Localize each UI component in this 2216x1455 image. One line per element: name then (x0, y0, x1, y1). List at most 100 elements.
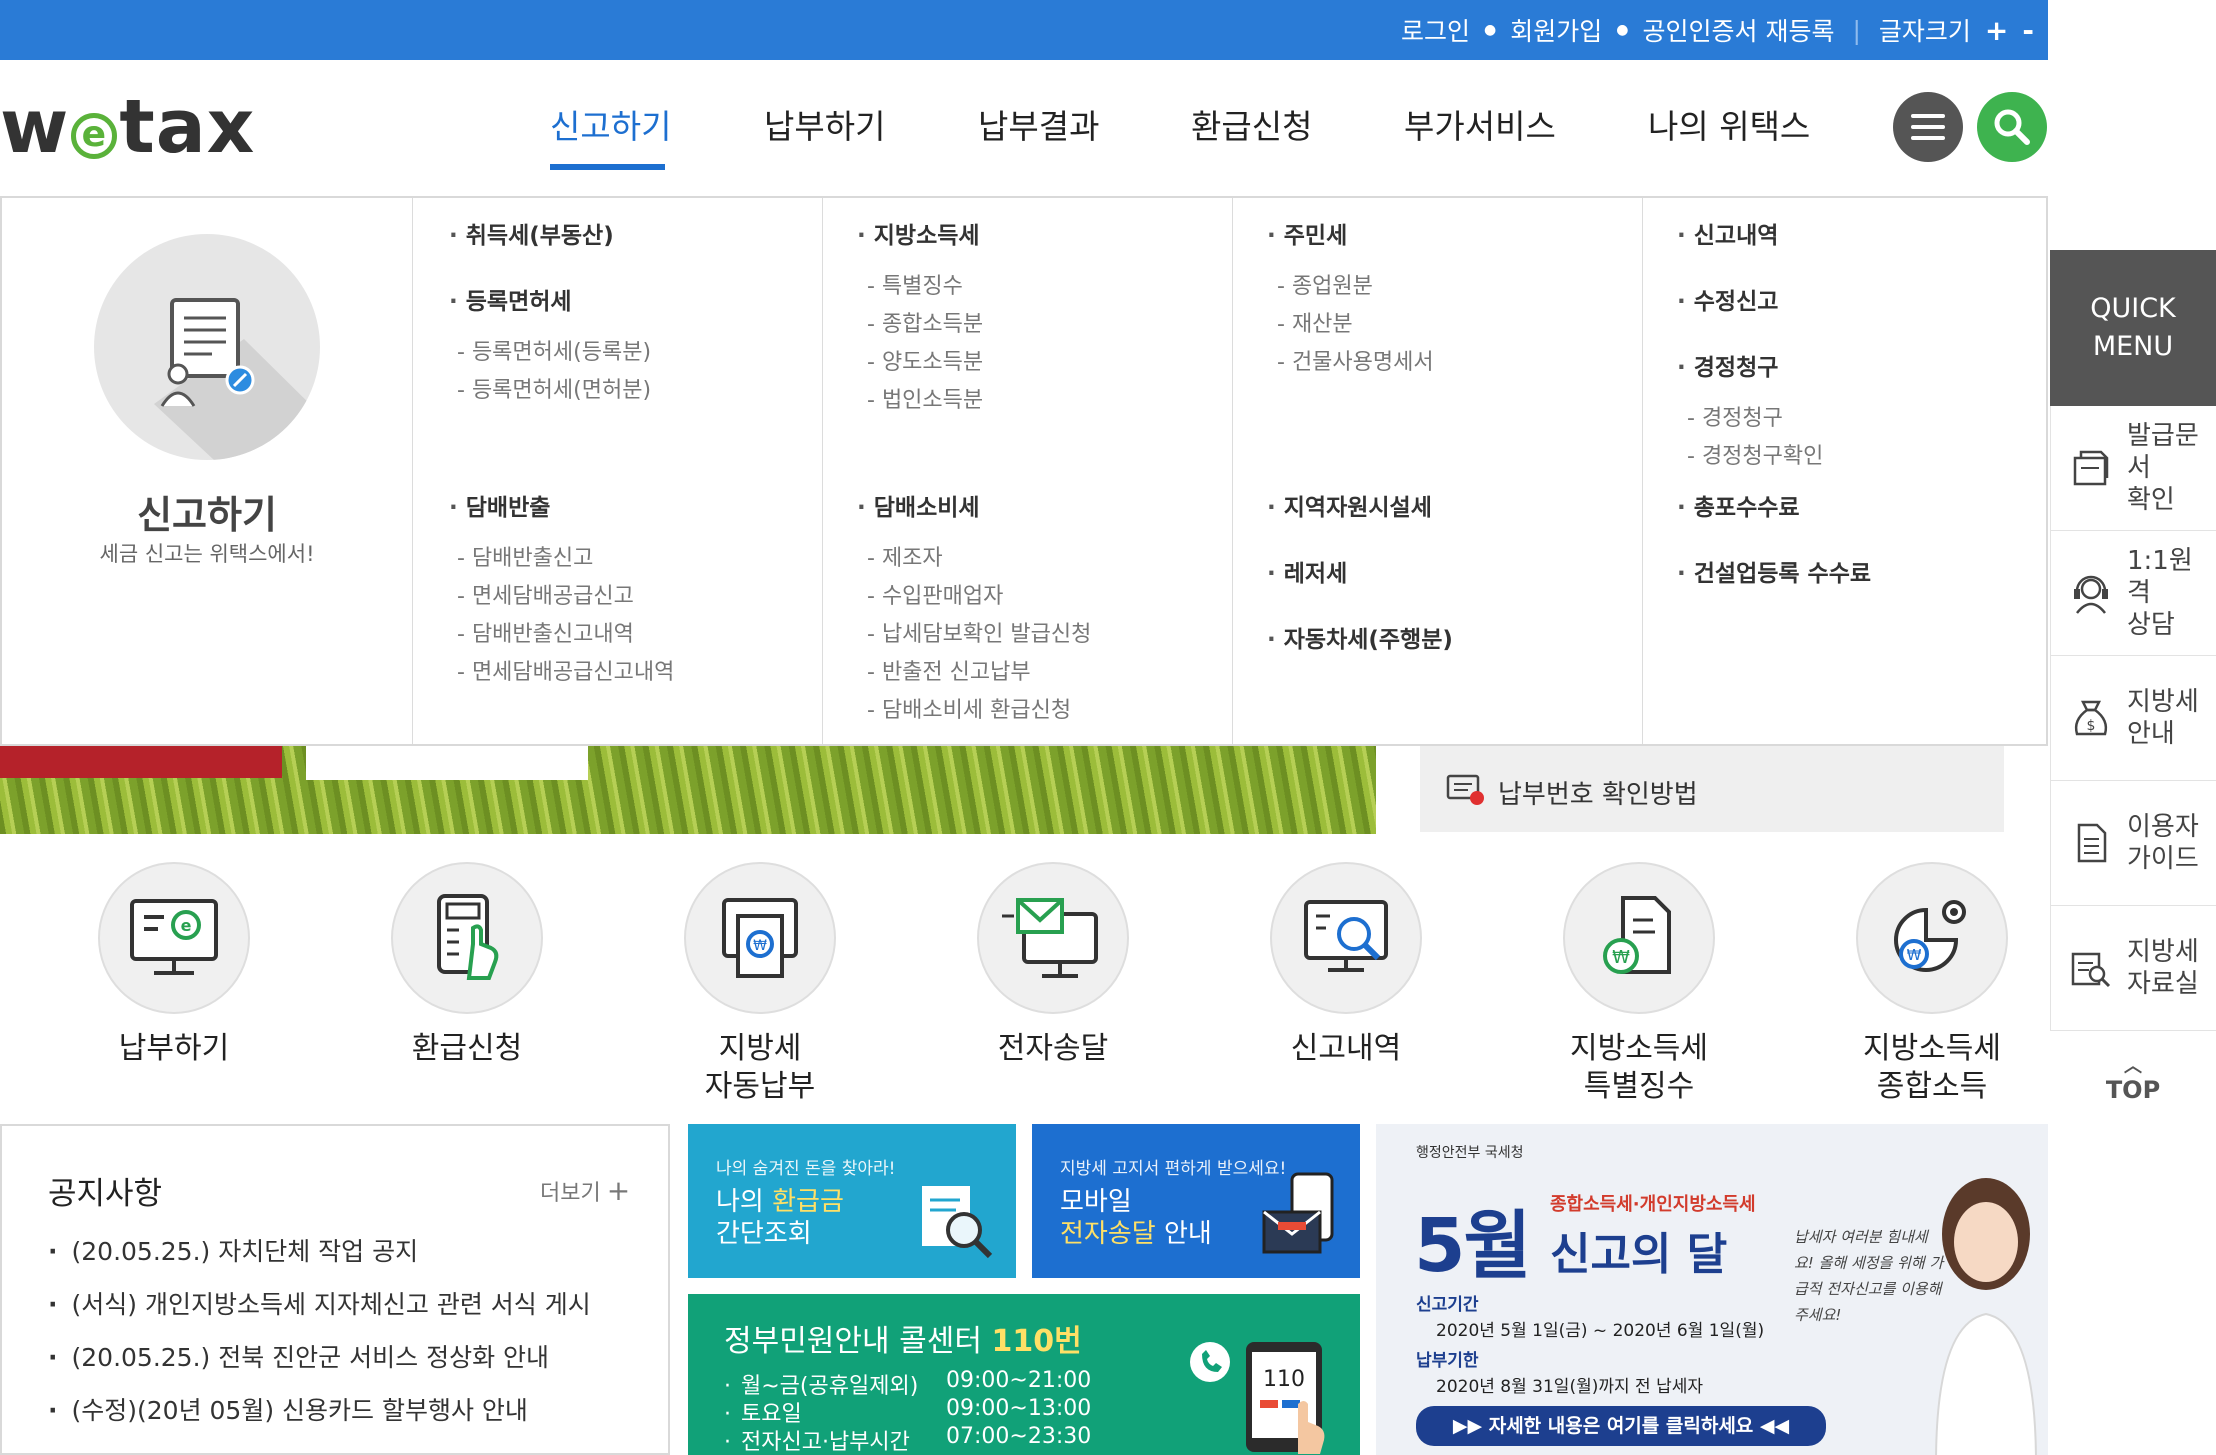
separator-bar: | (1852, 15, 1861, 45)
separator-dot: ● (1616, 22, 1629, 38)
scroll-top-button[interactable]: ︿ TOP (2050, 1058, 2216, 1105)
menu-property-portion[interactable]: 재산분 (1277, 306, 1353, 338)
nav-extra-services[interactable]: 부가서비스 (1404, 100, 1556, 148)
notice-item[interactable]: (수정)(20년 05월) 신용카드 할부행사 안내 (48, 1391, 528, 1427)
notice-more-link[interactable]: 더보기 + (540, 1174, 630, 1207)
notice-item[interactable]: (20.05.25.) 전북 진안군 서비스 정상화 안내 (48, 1338, 550, 1374)
banner-red-button[interactable] (0, 742, 282, 778)
menu-firearm-fee[interactable]: 총포수수료 (1677, 488, 1800, 522)
promo-subtitle: 나의 숨겨진 돈을 찾아라! (716, 1159, 896, 1179)
plus-icon: + (606, 1174, 631, 1207)
mobile-e-delivery-banner[interactable]: 지방세 고지서 편하게 받으세요! 모바일 전자송달 안내 (1032, 1124, 1360, 1278)
cert-reregister-link[interactable]: 공인인증서 재등록 (1643, 12, 1835, 48)
menu-registration-tax[interactable]: 등록면허세 (449, 282, 572, 316)
notice-item[interactable]: (서식) 개인지방소득세 지자체신고 관련 서식 게시 (48, 1285, 591, 1321)
menu-building-usage-statement[interactable]: 건물사용명세서 (1277, 344, 1434, 376)
quick-user-guide[interactable]: 이용자 가이드 (2050, 781, 2216, 906)
may-tax-report-banner[interactable]: 행정안전부 국세청 5월 종합소득세·개인지방소득세 신고의 달 신고기간 20… (1376, 1124, 2048, 1455)
may-detail-button[interactable]: ▶▶ 자세한 내용은 여기를 클릭하세요 ◀◀ (1416, 1406, 1826, 1446)
quick-local-tax-archive[interactable]: 지방세 자료실 (2050, 906, 2216, 1031)
monitor-payment-icon: e (130, 899, 218, 975)
menu-vehicle-tax-driving[interactable]: 자동차세(주행분) (1267, 620, 1453, 654)
menu-regional-resource-tax[interactable]: 지역자원시설세 (1267, 488, 1432, 522)
menu-importer-seller[interactable]: 수입판매업자 (867, 578, 1003, 610)
menu-comprehensive-income[interactable]: 종합소득분 (867, 306, 983, 338)
may-deadline-label: 납부기한 (1416, 1351, 1479, 1371)
shortcut-label: 지방세 자동납부 (680, 1030, 840, 1106)
headset-icon (2074, 575, 2108, 614)
menu-correction-claim-check[interactable]: 경정청구확인 (1687, 438, 1823, 470)
menu-leisure-tax[interactable]: 레저세 (1267, 554, 1347, 588)
menu-dutyfree-tobacco-report[interactable]: 면세담배공급신고 (457, 578, 634, 610)
menu-special-withholding[interactable]: 특별징수 (867, 268, 963, 300)
quick-label: 자료실 (2127, 969, 2199, 999)
shortcut-e-delivery[interactable]: 전자송달 (973, 862, 1133, 1068)
menu-acquisition-tax[interactable]: 취득세(부동산) (449, 216, 614, 250)
menu-tobacco-consumption-tax[interactable]: 담배소비세 (857, 488, 980, 522)
menu-tobacco-release-report[interactable]: 담배반출신고 (457, 540, 593, 572)
nav-payment-result[interactable]: 납부결과 (978, 100, 1099, 148)
menu-tobacco-release-history[interactable]: 담배반출신고내역 (457, 616, 634, 648)
call-center-title-text: 정부민원안내 콜센터 (724, 1324, 992, 1359)
nav-my-wetax[interactable]: 나의 위택스 (1648, 100, 1810, 148)
shortcut-auto-payment[interactable]: ₩ 지방세 자동납부 (680, 862, 840, 1106)
menu-employee-portion[interactable]: 종업원분 (1277, 268, 1373, 300)
active-tab-underline (550, 164, 665, 170)
menu-amended-report[interactable]: 수정신고 (1677, 282, 1779, 316)
svg-text:₩: ₩ (1612, 947, 1630, 968)
menu-manufacturer[interactable]: 제조자 (867, 540, 943, 572)
nav-report[interactable]: 신고하기 (550, 100, 671, 148)
call-center-banner[interactable]: 정부민원안내 콜센터 110번 월~금(공휴일제외)09:00~21:00 토요… (688, 1294, 1360, 1455)
presenter-illustration (1935, 1178, 2037, 1455)
login-link[interactable]: 로그인 (1401, 12, 1470, 48)
shortcut-label: 지방소득세 종합소득 (1852, 1030, 2012, 1106)
menu-corporate-income[interactable]: 법인소득분 (867, 382, 983, 414)
shortcut-circle: ₩ (1856, 862, 2008, 1014)
font-decrease-button[interactable]: - (2022, 14, 2034, 47)
promo-title: 나의 환급금 간단조회 (716, 1186, 844, 1250)
menu-correction-claim[interactable]: 경정청구 (1677, 348, 1779, 382)
may-title: 신고의 달 (1550, 1229, 1728, 1280)
may-big-text: 5월 (1414, 1203, 1532, 1289)
search-icon (1994, 109, 2030, 145)
quick-remote-support[interactable]: 1:1원격 상담 (2050, 531, 2216, 656)
menu-registration-tax-registration[interactable]: 등록면허세(등록분) (457, 334, 651, 366)
refund-lookup-banner[interactable]: 나의 숨겨진 돈을 찾아라! 나의 환급금 간단조회 (688, 1124, 1016, 1278)
nav-refund[interactable]: 환급신청 (1191, 100, 1312, 148)
menu-report-history[interactable]: 신고내역 (1677, 216, 1779, 250)
archive-icon (2071, 952, 2111, 988)
shortcut-income-comprehensive[interactable]: ₩ 지방소득세 종합소득 (1852, 862, 2012, 1106)
menu-tax-collateral-request[interactable]: 납세담보확인 발급신청 (867, 616, 1091, 648)
menu-transfer-income[interactable]: 양도소득분 (867, 344, 983, 376)
notice-item[interactable]: (20.05.25.) 자치단체 작업 공지 (48, 1232, 419, 1268)
all-menu-button[interactable] (1893, 92, 1963, 162)
shortcut-payment[interactable]: e 납부하기 (94, 862, 254, 1068)
font-increase-button[interactable]: + (1985, 14, 2008, 47)
shortcut-circle: ₩ (684, 862, 836, 1014)
receipt-icon (1446, 774, 1484, 805)
government-logos: 행정안전부 국세청 (1416, 1145, 1524, 1161)
quick-menu-title-2: MENU (2092, 331, 2174, 362)
menu-dutyfree-tobacco-history[interactable]: 면세담배공급신고내역 (457, 654, 674, 686)
shortcut-income-special[interactable]: ₩ 지방소득세 특별징수 (1559, 862, 1719, 1106)
nav-payment[interactable]: 납부하기 (764, 100, 885, 148)
menu-tobacco-tax-refund[interactable]: 담배소비세 환급신청 (867, 692, 1071, 724)
quick-issued-doc-check[interactable]: 발급문서 확인 (2050, 406, 2216, 531)
quick-local-tax-guide[interactable]: $ 지방세 안내 (2050, 656, 2216, 781)
banner-white-button[interactable] (306, 742, 588, 780)
shortcut-report-history[interactable]: 신고내역 (1266, 862, 1426, 1068)
menu-construction-registration-fee[interactable]: 건설업등록 수수료 (1677, 554, 1871, 588)
shortcut-label: 환급신청 (387, 1030, 547, 1068)
shortcut-refund[interactable]: 환급신청 (387, 862, 547, 1068)
menu-local-income-tax[interactable]: 지방소득세 (857, 216, 980, 250)
search-button[interactable] (1977, 92, 2047, 162)
menu-tobacco-release[interactable]: 담배반출 (449, 488, 551, 522)
svg-text:$: $ (2087, 718, 2096, 734)
notice-title: 공지사항 (48, 1176, 163, 1212)
menu-pre-release-payment[interactable]: 반출전 신고납부 (867, 654, 1031, 686)
signup-link[interactable]: 회원가입 (1510, 12, 1602, 48)
menu-resident-tax[interactable]: 주민세 (1267, 216, 1347, 250)
menu-registration-tax-license[interactable]: 등록면허세(면허분) (457, 372, 651, 404)
pay-number-guide-link[interactable]: 납부번호 확인방법 (1498, 774, 1698, 811)
menu-correction-claim-sub[interactable]: 경정청구 (1687, 400, 1783, 432)
